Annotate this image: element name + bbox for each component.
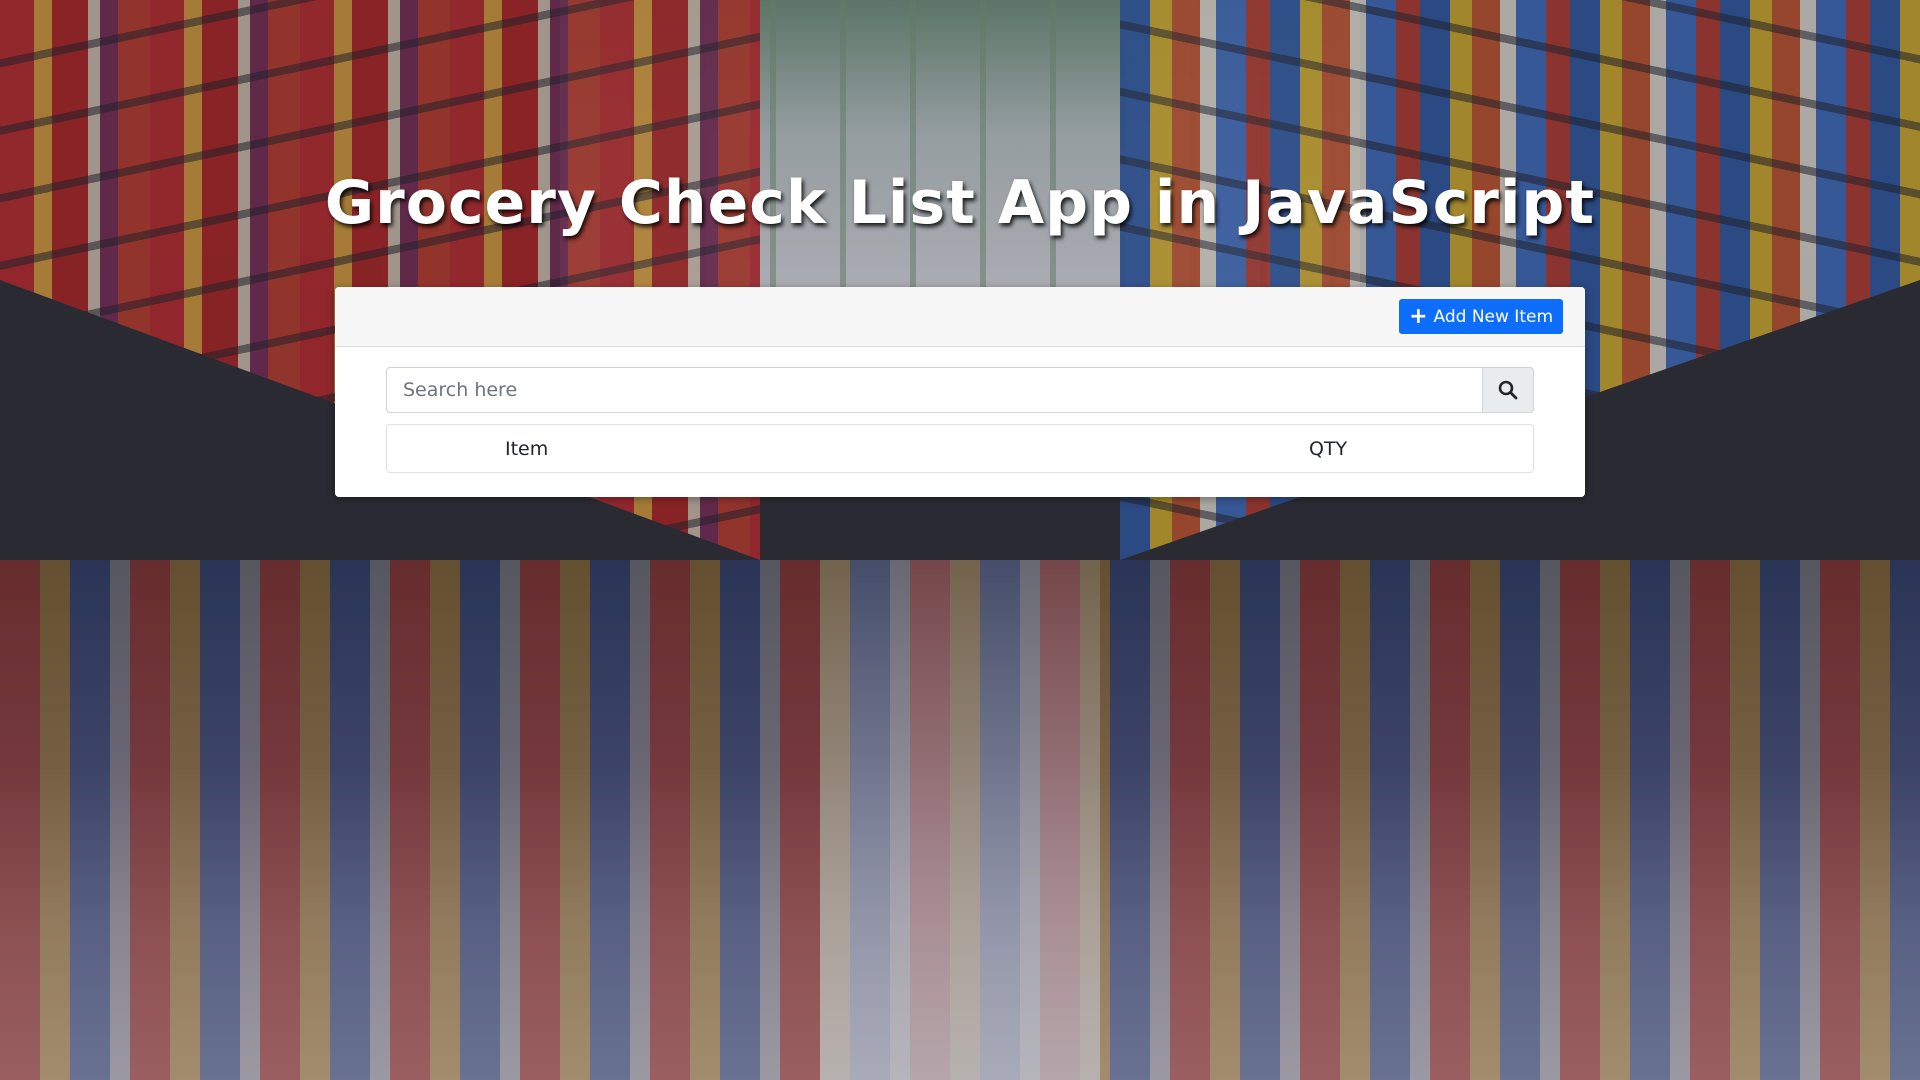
page-title: Grocery Check List App in JavaScript	[324, 168, 1596, 238]
column-header-item: Item	[505, 438, 549, 460]
grocery-card: + Add New Item Item QTY	[335, 287, 1585, 497]
column-header-qty: QTY	[1309, 438, 1348, 460]
search-icon	[1498, 380, 1518, 400]
search-group	[386, 367, 1534, 413]
search-input[interactable]	[386, 367, 1482, 413]
add-new-item-label: Add New Item	[1433, 306, 1554, 327]
background-overlay	[0, 0, 1920, 1080]
plus-icon: +	[1409, 303, 1428, 329]
add-new-item-button[interactable]: + Add New Item	[1399, 299, 1563, 334]
card-header: + Add New Item	[335, 287, 1585, 347]
background-image	[0, 0, 1920, 1080]
search-button[interactable]	[1482, 367, 1534, 413]
card-body: Item QTY	[335, 347, 1585, 473]
table-header-row: Item QTY	[386, 424, 1534, 473]
